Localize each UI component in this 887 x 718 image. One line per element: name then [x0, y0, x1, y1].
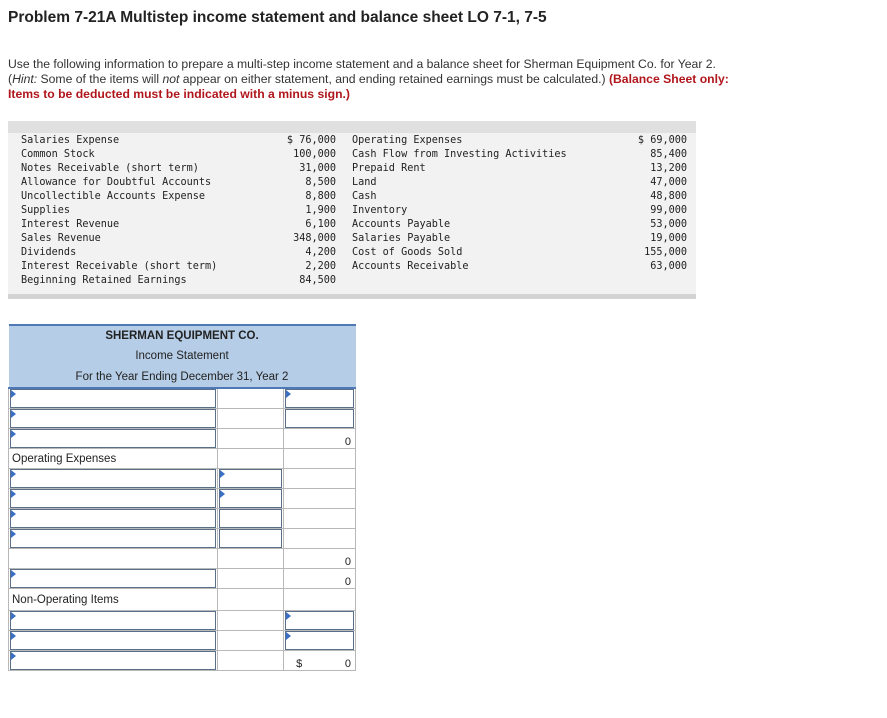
account-select[interactable]: [10, 529, 217, 548]
given-item-value: 100,000: [293, 149, 336, 160]
given-item-label: Accounts Payable: [352, 219, 451, 230]
given-item-value: 4,200: [305, 247, 336, 258]
given-item-label: Uncollectible Accounts Expense: [21, 191, 206, 202]
given-item-value: 48,800: [650, 191, 687, 202]
given-item-label: Prepaid Rent: [352, 163, 426, 174]
right-values-column: $ 69,000 85,400 13,200 47,000 48,800 99,000 53…: [608, 134, 687, 274]
balance-sheet-note: (Balance Sheet only:: [608, 72, 729, 86]
given-item-label: Inventory: [352, 205, 408, 216]
statement-title: Income Statement: [8, 345, 356, 366]
company-name: SHERMAN EQUIPMENT CO.: [8, 324, 356, 345]
hint-text-b: appear on either statement, and ending r…: [179, 72, 609, 86]
left-values-column: $ 76,000 100,000 31,000 8,500 8,800 1,900 6,10…: [266, 134, 336, 288]
account-select[interactable]: [10, 569, 217, 588]
amount-input[interactable]: [285, 409, 354, 428]
income-statement-form: SHERMAN EQUIPMENT CO. Income Statement F…: [7, 324, 356, 671]
given-item-value: 47,000: [650, 177, 687, 188]
given-item-value: 99,000: [650, 205, 687, 216]
hint-not: not: [162, 72, 180, 86]
given-item-label: Interest Revenue: [21, 219, 120, 230]
given-item-label: Salaries Payable: [352, 233, 451, 244]
account-select[interactable]: [10, 389, 217, 408]
amount-input[interactable]: [219, 469, 283, 488]
given-item-value: 2,200: [305, 261, 336, 272]
given-item-value: 8,800: [305, 191, 336, 202]
minus-sign-note: Items to be deducted must be indicated w…: [8, 87, 350, 101]
right-labels-column: Operating Expenses Cash Flow from Investi…: [352, 134, 592, 274]
account-select[interactable]: [10, 489, 217, 508]
given-item-value: 13,200: [650, 163, 687, 174]
net-income-total: 0: [344, 658, 351, 670]
amount-input[interactable]: [285, 631, 354, 650]
gross-margin-total: 0: [283, 428, 356, 449]
given-item-value: 155,000: [644, 247, 687, 258]
account-select[interactable]: [10, 429, 217, 448]
statement-period: For the Year Ending December 31, Year 2: [8, 366, 356, 389]
given-item-value: 348,000: [293, 233, 336, 244]
given-item-label: Supplies: [21, 205, 71, 216]
problem-instructions: Use the following information to prepare…: [8, 57, 729, 101]
net-income-dollar-sign: $: [296, 658, 303, 670]
given-item-label: Salaries Expense: [21, 135, 120, 146]
given-item-value: 63,000: [650, 261, 687, 272]
non-operating-items-label: Non-Operating Items: [7, 588, 219, 611]
given-item-label: Notes Receivable (short term): [21, 163, 199, 174]
given-item-label: Cash Flow from Investing Activities: [352, 149, 567, 160]
given-item-label: Sales Revenue: [21, 233, 101, 244]
account-select[interactable]: [10, 651, 217, 670]
account-select[interactable]: [10, 469, 217, 488]
intro-text: Use the following information to prepare…: [8, 57, 716, 71]
given-item-value: $ 76,000: [286, 135, 336, 146]
operating-income-total: 0: [283, 568, 356, 589]
given-item-value: 8,500: [305, 177, 336, 188]
given-item-label: Operating Expenses: [352, 135, 463, 146]
given-item-value: 19,000: [650, 233, 687, 244]
amount-input[interactable]: [219, 509, 283, 528]
given-item-label: Land: [352, 177, 377, 188]
problem-title: Problem 7-21A Multistep income statement…: [8, 9, 547, 26]
given-item-label: Common Stock: [21, 149, 95, 160]
account-select[interactable]: [10, 611, 217, 630]
given-item-value: 53,000: [650, 219, 687, 230]
hint-label: Hint:: [12, 72, 38, 86]
given-item-label: Cost of Goods Sold: [352, 247, 463, 258]
amount-input[interactable]: [285, 389, 354, 408]
account-select[interactable]: [10, 409, 217, 428]
hint-text-a: Some of the items will: [37, 72, 163, 86]
amount-input[interactable]: [219, 489, 283, 508]
given-item-label: Cash: [352, 191, 377, 202]
account-select[interactable]: [10, 509, 217, 528]
given-item-value: $ 69,000: [637, 135, 687, 146]
given-data-table: Salaries Expense Common Stock Notes Receiv…: [8, 121, 696, 299]
operating-expenses-label: Operating Expenses: [7, 448, 219, 469]
amount-input[interactable]: [285, 611, 354, 630]
given-item-value: 31,000: [299, 163, 336, 174]
given-item-label: Dividends: [21, 247, 77, 258]
given-item-value: 85,400: [650, 149, 687, 160]
amount-input[interactable]: [219, 529, 283, 548]
given-item-label: Beginning Retained Earnings: [21, 275, 187, 286]
given-item-value: 6,100: [305, 219, 336, 230]
given-item-label: Interest Receivable (short term): [21, 261, 218, 272]
given-item-label: Accounts Receivable: [352, 261, 469, 272]
given-item-value: 1,900: [305, 205, 336, 216]
given-item-value: 84,500: [299, 275, 336, 286]
given-item-label: Allowance for Doubtful Accounts: [21, 177, 212, 188]
left-labels-column: Salaries Expense Common Stock Notes Receiv…: [21, 134, 246, 288]
account-select[interactable]: [10, 631, 217, 650]
operating-expenses-total: 0: [283, 548, 356, 569]
